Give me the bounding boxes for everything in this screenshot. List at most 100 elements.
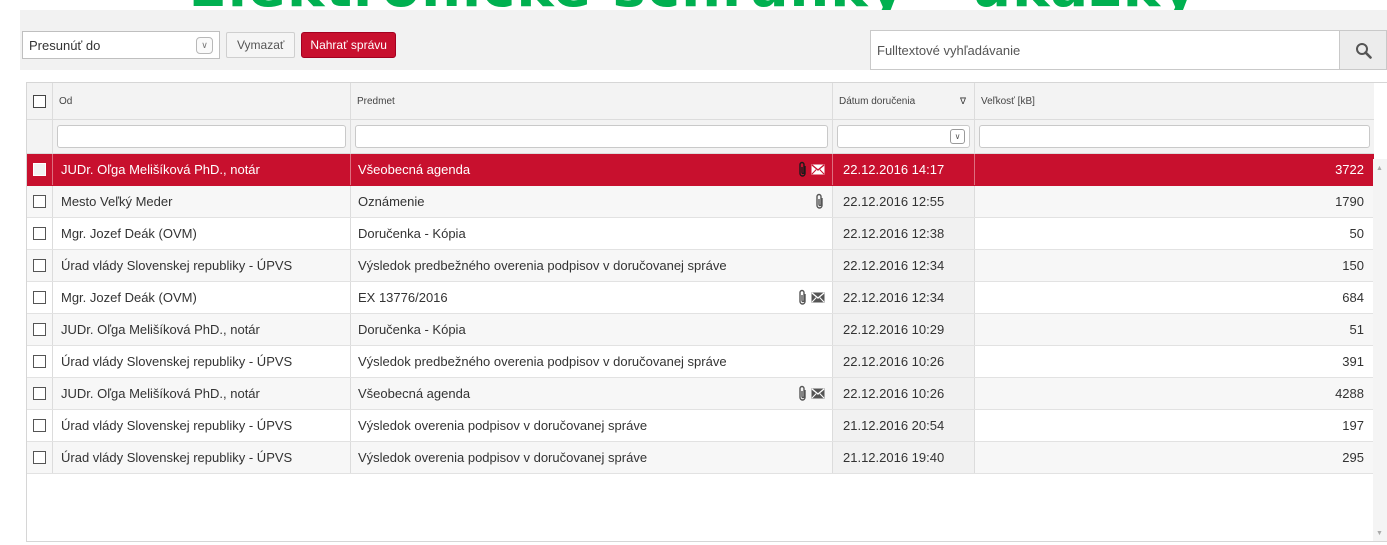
vertical-scrollbar[interactable]: ▲ ▼: [1373, 159, 1387, 541]
search-icon: [1355, 42, 1372, 59]
cell-subject-text: Všeobecná agenda: [358, 162, 471, 177]
row-checkbox[interactable]: [33, 323, 46, 336]
cell-subject-text: EX 13776/2016: [358, 290, 448, 305]
table-row[interactable]: Úrad vlády Slovenskej republiky - ÚPVS Vý…: [27, 410, 1374, 442]
filter-row: ∨: [27, 120, 1374, 154]
paperclip-icon: [799, 289, 806, 305]
filter-subject-input[interactable]: [355, 125, 828, 148]
table-row[interactable]: JUDr. Oľga Melišíková PhD., notár Doručen…: [27, 314, 1374, 346]
column-header-delivered-label: Dátum doručenia: [839, 95, 916, 107]
filter-from-input[interactable]: [57, 125, 346, 148]
table-row[interactable]: Mgr. Jozef Deák (OVM) EX 13776/2016 22.12.…: [27, 282, 1374, 314]
column-header-subject[interactable]: Predmet: [351, 83, 833, 119]
cell-size: 3722: [1335, 162, 1364, 177]
cell-size: 295: [1342, 450, 1364, 465]
fulltext-search: [870, 30, 1387, 72]
row-checkbox[interactable]: [33, 291, 46, 304]
cell-delivered: 22.12.2016 10:26: [833, 346, 975, 377]
cell-subject: EX 13776/2016: [351, 282, 833, 313]
cell-subject-text: Doručenka - Kópia: [358, 322, 466, 337]
cell-subject: Výsledok predbežného overenia podpisov v…: [351, 346, 833, 377]
cell-delivered: 22.12.2016 12:55: [833, 186, 975, 217]
cell-size: 50: [1349, 226, 1364, 241]
cell-delivered: 22.12.2016 12:34: [833, 282, 975, 313]
cell-delivered: 22.12.2016 10:26: [833, 378, 975, 409]
table-row[interactable]: Úrad vlády Slovenskej republiky - ÚPVS Vý…: [27, 250, 1374, 282]
cell-from: Úrad vlády Slovenskej republiky - ÚPVS: [53, 346, 351, 377]
cell-from: Úrad vlády Slovenskej republiky - ÚPVS: [53, 442, 351, 473]
row-checkbox[interactable]: [33, 419, 46, 432]
cell-subject: Výsledok predbežného overenia podpisov v…: [351, 250, 833, 281]
table-row[interactable]: JUDr. Oľga Melišíková PhD., notár Všeobec…: [27, 154, 1374, 186]
column-header-delivered[interactable]: Dátum doručenia ∇: [833, 83, 975, 119]
chevron-down-icon[interactable]: ∨: [950, 129, 965, 144]
row-checkbox[interactable]: [33, 355, 46, 368]
search-input[interactable]: [870, 30, 1339, 70]
cell-delivered: 22.12.2016 12:34: [833, 250, 975, 281]
envelope-icon: [811, 388, 825, 399]
row-checkbox[interactable]: [33, 163, 46, 176]
cell-subject: Doručenka - Kópia: [351, 314, 833, 345]
envelope-icon: [811, 292, 825, 303]
cell-subject-text: Všeobecná agenda: [358, 386, 471, 401]
cell-subject-text: Doručenka - Kópia: [358, 226, 466, 241]
messages-table: Od Predmet Dátum doručenia ∇ Veľkosť [kB…: [26, 82, 1387, 542]
select-all-checkbox[interactable]: [33, 94, 46, 108]
scroll-up-icon[interactable]: ▲: [1376, 165, 1383, 172]
cell-subject: Doručenka - Kópia: [351, 218, 833, 249]
cell-delivered: 22.12.2016 14:17: [833, 154, 975, 185]
sort-descending-icon[interactable]: ∇: [960, 96, 966, 107]
table-row[interactable]: Úrad vlády Slovenskej republiky - ÚPVS Vý…: [27, 442, 1374, 474]
column-header-from[interactable]: Od: [53, 83, 351, 119]
paperclip-icon: [816, 193, 823, 209]
row-checkbox[interactable]: [33, 227, 46, 240]
cell-subject-text: Výsledok overenia podpisov v doručovanej…: [358, 418, 648, 433]
cell-delivered: 22.12.2016 10:29: [833, 314, 975, 345]
row-checkbox[interactable]: [33, 195, 46, 208]
cell-from: Mgr. Jozef Deák (OVM): [53, 218, 351, 249]
attachment-icons: [798, 289, 825, 306]
cell-size: 51: [1349, 322, 1364, 337]
filter-date-select[interactable]: ∨: [837, 125, 970, 148]
cell-size: 684: [1342, 290, 1364, 305]
upload-message-button[interactable]: Nahrať správu: [301, 32, 396, 58]
paperclip-icon: [799, 161, 806, 177]
chevron-down-icon[interactable]: ∨: [196, 37, 213, 54]
table-row[interactable]: Mgr. Jozef Deák (OVM) Doručenka - Kópia 22…: [27, 218, 1374, 250]
cell-subject-text: Výsledok overenia podpisov v doručovanej…: [358, 450, 648, 465]
cell-delivered: 21.12.2016 19:40: [833, 442, 975, 473]
move-to-select[interactable]: Presunúť do ∨: [22, 31, 220, 59]
cell-from: JUDr. Oľga Melišíková PhD., notár: [53, 154, 351, 185]
paperclip-icon: [799, 385, 806, 401]
row-checkbox[interactable]: [33, 451, 46, 464]
cell-subject: Výsledok overenia podpisov v doručovanej…: [351, 410, 833, 441]
cell-subject-text: Výsledok predbežného overenia podpisov v…: [358, 354, 727, 369]
column-header-size[interactable]: Veľkosť [kB]: [975, 83, 1374, 119]
table-row[interactable]: Úrad vlády Slovenskej republiky - ÚPVS Vý…: [27, 346, 1374, 378]
cell-delivered: 22.12.2016 12:38: [833, 218, 975, 249]
cell-size: 1790: [1335, 194, 1364, 209]
cell-subject: Všeobecná agenda: [351, 378, 833, 409]
delete-button[interactable]: Vymazať: [226, 32, 296, 58]
table-row[interactable]: JUDr. Oľga Melišíková PhD., notár Všeobec…: [27, 378, 1374, 410]
filter-size-input[interactable]: [979, 125, 1370, 148]
cell-from: Mgr. Jozef Deák (OVM): [53, 282, 351, 313]
row-checkbox[interactable]: [33, 259, 46, 272]
cell-from: JUDr. Oľga Melišíková PhD., notár: [53, 314, 351, 345]
cell-size: 197: [1342, 418, 1364, 433]
attachment-icons: [798, 385, 825, 402]
scroll-down-icon[interactable]: ▼: [1376, 530, 1383, 537]
cell-from: JUDr. Oľga Melišíková PhD., notár: [53, 378, 351, 409]
search-button[interactable]: [1339, 30, 1387, 70]
cell-delivered: 21.12.2016 20:54: [833, 410, 975, 441]
cell-from: Úrad vlády Slovenskej republiky - ÚPVS: [53, 410, 351, 441]
table-row[interactable]: Mesto Veľký Meder Oznámenie 22.12.2016 12:…: [27, 186, 1374, 218]
attachment-icons: [798, 161, 825, 178]
move-to-select-value: Presunúť do: [29, 37, 101, 53]
cell-subject: Oznámenie: [351, 186, 833, 217]
attachment-icons: [815, 193, 825, 210]
cell-subject-text: Výsledok predbežného overenia podpisov v…: [358, 258, 727, 273]
cell-subject: Výsledok overenia podpisov v doručovanej…: [351, 442, 833, 473]
row-checkbox[interactable]: [33, 387, 46, 400]
cell-subject: Všeobecná agenda: [351, 154, 833, 185]
